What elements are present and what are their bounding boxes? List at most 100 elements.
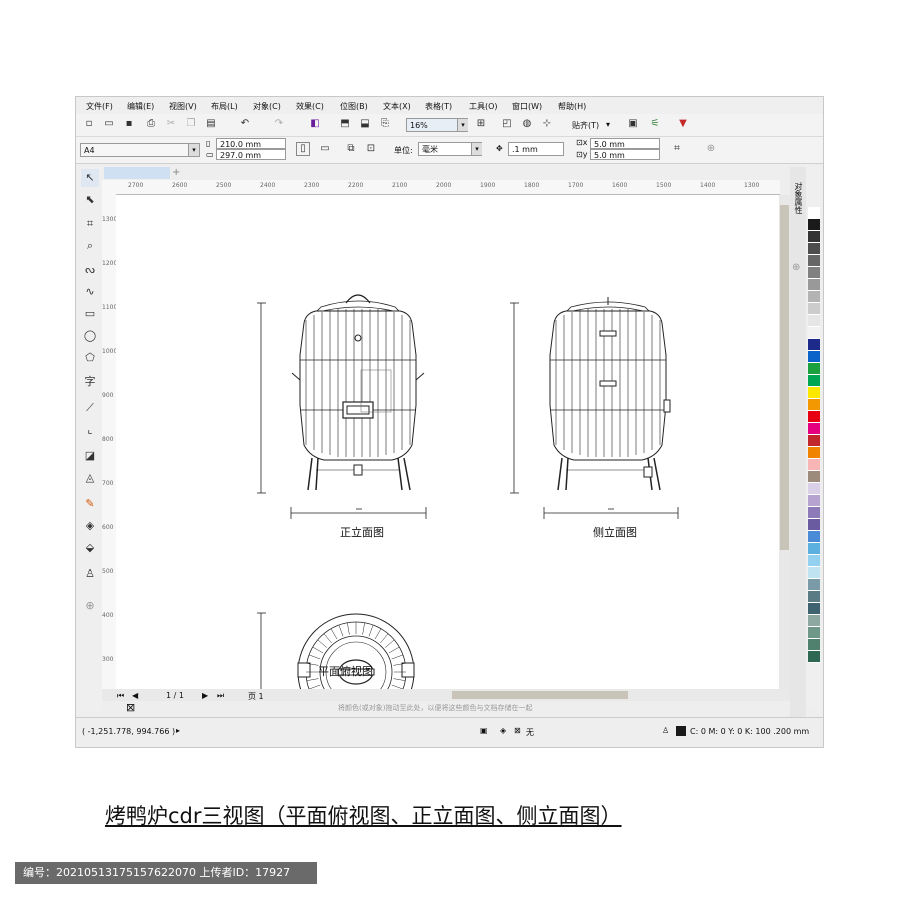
open-icon[interactable]: ▭ [102,117,116,131]
menu-view[interactable]: 视图(V) [169,101,197,112]
cut-icon[interactable]: ✂ [164,117,178,131]
connector-tool-icon[interactable]: ⌞ [81,421,99,439]
color-swatch[interactable] [808,639,820,651]
transparency-tool-icon[interactable]: ◬ [81,469,99,487]
color-swatch[interactable] [808,315,820,327]
color-swatch[interactable] [808,615,820,627]
menu-object[interactable]: 对象(C) [253,101,281,112]
prev-page-icon[interactable]: ◀ [132,691,138,700]
snap-to-menu[interactable]: 贴齐(T) [572,120,599,131]
welcome-screen-icon[interactable]: ▣ [626,117,640,131]
drop-shadow-tool-icon[interactable]: ◪ [81,447,99,465]
shape-tool-icon[interactable]: ⬉ [81,191,99,209]
pick-tool-icon[interactable]: ↖ [81,169,99,187]
horizontal-scroll-thumb[interactable] [452,691,628,699]
color-swatch[interactable] [808,231,820,243]
color-swatch[interactable] [808,519,820,531]
options-icon[interactable]: ⚟ [648,117,662,131]
color-swatch[interactable] [808,603,820,615]
color-swatch[interactable] [808,363,820,375]
menu-table[interactable]: 表格(T) [425,101,452,112]
nudge-distance-input[interactable]: .1 mm [508,142,564,156]
color-swatch[interactable] [808,219,820,231]
redo-icon[interactable]: ↷ [272,117,286,131]
smart-fill-tool-icon[interactable]: ⬙ [81,539,99,557]
color-swatch[interactable] [808,267,820,279]
color-swatch[interactable] [808,399,820,411]
export-icon[interactable]: ⬓ [358,117,372,131]
drawing-canvas[interactable]: 正立面图 侧立面图 [116,195,779,695]
save-icon[interactable]: ▪ [122,117,136,131]
chevron-down-icon[interactable]: ▾ [188,144,199,156]
color-swatch[interactable] [808,555,820,567]
zoom-tool-icon[interactable]: ⌕ [81,237,99,255]
undo-icon[interactable]: ↶ [238,117,252,131]
dimension-tool-icon[interactable]: ⟋ [81,399,99,417]
duplicate-distance-x-input[interactable]: 5.0 mm [590,138,660,149]
page-tab[interactable]: 页 1 [248,691,264,702]
color-swatch[interactable] [808,651,820,663]
text-tool-icon[interactable]: 字 [81,373,99,391]
color-swatch[interactable] [808,411,820,423]
page-width-input[interactable]: 210.0 mm [216,138,286,149]
chevron-down-icon[interactable]: ▾ [606,120,610,129]
scroll-thumb[interactable] [780,205,789,550]
menu-help[interactable]: 帮助(H) [558,101,586,112]
ellipse-tool-icon[interactable]: ◯ [81,327,99,345]
horizontal-ruler[interactable]: 2700 2600 2500 2400 2300 2200 2100 2000 … [102,180,780,195]
add-docker-icon[interactable]: ⊕ [792,262,800,273]
color-swatch[interactable] [808,531,820,543]
paste-icon[interactable]: ▤ [204,117,218,131]
crop-tool-icon[interactable]: ⌗ [81,215,99,233]
color-swatch[interactable] [808,447,820,459]
eyedropper-tool-icon[interactable]: ✎ [81,495,99,513]
color-swatch[interactable] [808,375,820,387]
color-swatch[interactable] [808,483,820,495]
color-swatch[interactable] [808,243,820,255]
new-tab-icon[interactable]: + [172,167,180,178]
search-content-icon[interactable]: ◧ [308,117,322,131]
polygon-tool-icon[interactable]: ⬠ [81,349,99,367]
vertical-scrollbar[interactable] [779,195,790,695]
color-swatch[interactable] [808,291,820,303]
color-swatch[interactable] [808,543,820,555]
menu-tools[interactable]: 工具(O) [469,101,498,112]
outline-pen-icon[interactable]: ♙ [81,565,99,583]
current-page-icon[interactable]: ⊡ [364,142,378,156]
duplicate-distance-y-input[interactable]: 5.0 mm [590,149,660,160]
color-swatch[interactable] [808,591,820,603]
portrait-icon[interactable]: ▯ [296,142,310,156]
menu-window[interactable]: 窗口(W) [512,101,542,112]
menu-bitmaps[interactable]: 位图(B) [340,101,368,112]
treat-as-filled-icon[interactable]: ⌗ [670,142,684,156]
color-swatch[interactable] [808,387,820,399]
menu-layout[interactable]: 布局(L) [211,101,238,112]
landscape-icon[interactable]: ▭ [318,142,332,156]
customize-add-icon[interactable]: ⊕ [81,597,99,615]
color-swatch[interactable] [808,471,820,483]
color-swatch[interactable] [808,423,820,435]
color-swatch[interactable] [808,351,820,363]
chevron-down-icon[interactable]: ▾ [471,143,482,155]
guidelines-icon[interactable]: ⊹ [540,117,554,131]
page-size-select[interactable]: A4 [80,143,200,157]
color-swatch[interactable] [808,255,820,267]
publish-pdf-icon[interactable]: ⎘ [378,117,392,131]
color-swatch[interactable] [808,339,820,351]
next-page-icon[interactable]: ▶ [202,691,208,700]
page-height-input[interactable]: 297.0 mm [216,149,286,160]
color-swatch[interactable] [808,435,820,447]
fill-tool-icon[interactable]: ◈ [81,517,99,535]
vertical-ruler[interactable]: 1300 1200 1100 1000 900 800 700 600 500 … [102,194,117,694]
color-swatch[interactable] [808,627,820,639]
color-swatch[interactable] [808,303,820,315]
object-properties-tab[interactable]: 对象属性 [793,182,803,214]
copy-icon[interactable]: ❐ [184,117,198,131]
color-swatch[interactable] [808,459,820,471]
menu-effects[interactable]: 效果(C) [296,101,324,112]
color-swatch[interactable] [808,567,820,579]
full-screen-icon[interactable]: ⊞ [474,117,488,131]
menu-edit[interactable]: 编辑(E) [127,101,154,112]
color-swatch[interactable] [808,279,820,291]
menu-text[interactable]: 文本(X) [383,101,411,112]
